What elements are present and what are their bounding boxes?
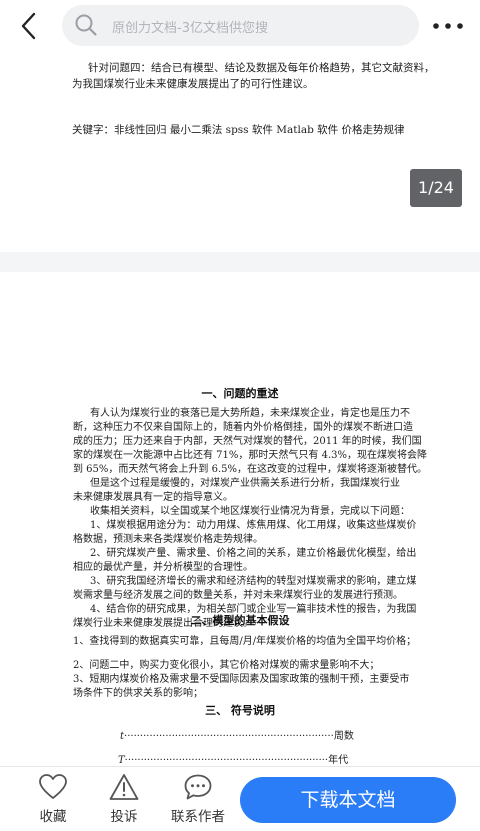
doc-line: 2、问题二中，购买力变化很小，其它价格对煤炭的需求量影响不大；	[73, 660, 380, 671]
doc-line: 未来健康发展具有一定的指导意义。	[73, 492, 233, 503]
complain-label: 投诉	[110, 809, 138, 825]
keywords-line: 关键字：非线性回归 最小二乘法 spss 软件 Matlab 软件 价格走势规律	[72, 124, 405, 136]
doc-line: 为我国煤炭行业未来健康发展提出了的可行性建议。	[72, 78, 314, 90]
doc-line: 场条件下的供求关系的影响；	[73, 688, 203, 699]
doc-line: 家的煤炭在一次能源中占比还有 71%，那时天然气只有 4.3%，现在煤炭将会降	[73, 450, 427, 461]
page-separator	[0, 252, 480, 272]
doc-line: 1、查找得到的数据真实可靠，且每周/月/年煤炭价格的均值为全国平均价格；	[73, 636, 417, 647]
search-placeholder: 原创力文档-3亿文档供您搜	[112, 21, 268, 36]
favorite-label: 收藏	[39, 809, 67, 825]
download-document-button[interactable]: 下载本文档	[240, 777, 456, 823]
doc-line: 格数据，预测未来各类煤炭价格走势规律。	[73, 534, 263, 545]
document-page-2[interactable]: 一、问题的重述 有人认为煤炭行业的衰落已是大势所趋，未来煤炭企业，肯定也是压力不…	[0, 272, 480, 766]
doc-line: 炭需求量与经济发展之间的数量关系，并对未来煤炭行业的发展进行预测。	[73, 590, 403, 601]
chat-bubble-icon	[184, 774, 212, 800]
bottom-action-bar: 收藏 投诉 联系作者 下载本文档	[0, 766, 480, 831]
symbol-meaning: 周数	[333, 731, 354, 742]
search-input[interactable]: 原创力文档-3亿文档供您搜	[62, 5, 419, 46]
contact-author-button[interactable]: 联系作者	[164, 773, 232, 825]
more-options-button[interactable]	[428, 14, 468, 38]
back-button[interactable]	[14, 10, 46, 42]
complain-button[interactable]: 投诉	[92, 773, 156, 825]
doc-line: 有人认为煤炭行业的衰落已是大势所趋，未来煤炭企业，肯定也是压力不	[90, 408, 410, 419]
doc-line: 收集相关资料，以全国或某个地区煤炭行业情况为背景，完成以下问题：	[90, 506, 410, 517]
contact-author-label: 联系作者	[171, 809, 225, 825]
symbol-row: t·······································…	[120, 727, 354, 742]
favorite-button[interactable]: 收藏	[21, 773, 85, 825]
section-title: 二、模型的基本假设	[190, 614, 290, 627]
warning-icon	[109, 774, 139, 800]
section-title: 一、问题的重述	[201, 387, 279, 400]
document-page-1[interactable]: 针对问题四：结合已有模型、结论及数据及每年价格趋势，其它文献资料， 为我国煤炭行…	[0, 52, 480, 263]
doc-line: 针对问题四：结合已有模型、结论及数据及每年价格趋势，其它文献资料，	[88, 62, 435, 74]
symbol-name: T	[118, 755, 125, 766]
doc-line: 1、煤炭根据用途分为：动力用煤、炼焦用煤、化工用煤，收集这些煤炭价	[90, 520, 417, 531]
more-dots-icon	[433, 23, 463, 29]
doc-line: 3、短期内煤炭价格及需求量不受国际因素及国家政策的强制干预，主要受市	[73, 674, 410, 685]
doc-line: 但是这个过程是缓慢的，对煤炭产业供需关系进行分析，我国煤炭行业	[90, 478, 400, 489]
top-bar: 原创力文档-3亿文档供您搜	[0, 0, 480, 52]
symbol-row: T·······································…	[118, 751, 348, 766]
page-indicator: 1/24	[410, 169, 462, 207]
symbol-dots: ········································…	[124, 755, 329, 766]
search-icon	[75, 14, 97, 36]
symbol-meaning: 年代	[328, 755, 349, 766]
section-title: 三、 符号说明	[205, 704, 275, 717]
doc-line: 断，这种压力不仅来自国际上的，随着内外价格倒挂，国外的煤炭不断进口造	[73, 422, 413, 433]
doc-line: 到 65%，而天然气将会上升到 6.5%，在这改变的过程中，煤炭将逐渐被替代。	[73, 464, 427, 475]
heart-icon	[39, 774, 67, 799]
chevron-left-icon	[21, 12, 36, 40]
doc-line: 成的压力；压力还来自于内部，天然气对煤炭的替代，2011 年的时候，我们国	[73, 436, 422, 447]
doc-line: 3、研究我国经济增长的需求和经济结构的转型对煤炭需求的影响，建立煤	[90, 576, 417, 587]
doc-line: 2、研究煤炭产量、需求量、价格之间的关系，建立价格最优化模型，给出	[90, 548, 417, 559]
doc-line: 相应的最优产量，并分析模型的合理性。	[73, 562, 253, 573]
symbol-dots: ········································…	[124, 731, 334, 742]
